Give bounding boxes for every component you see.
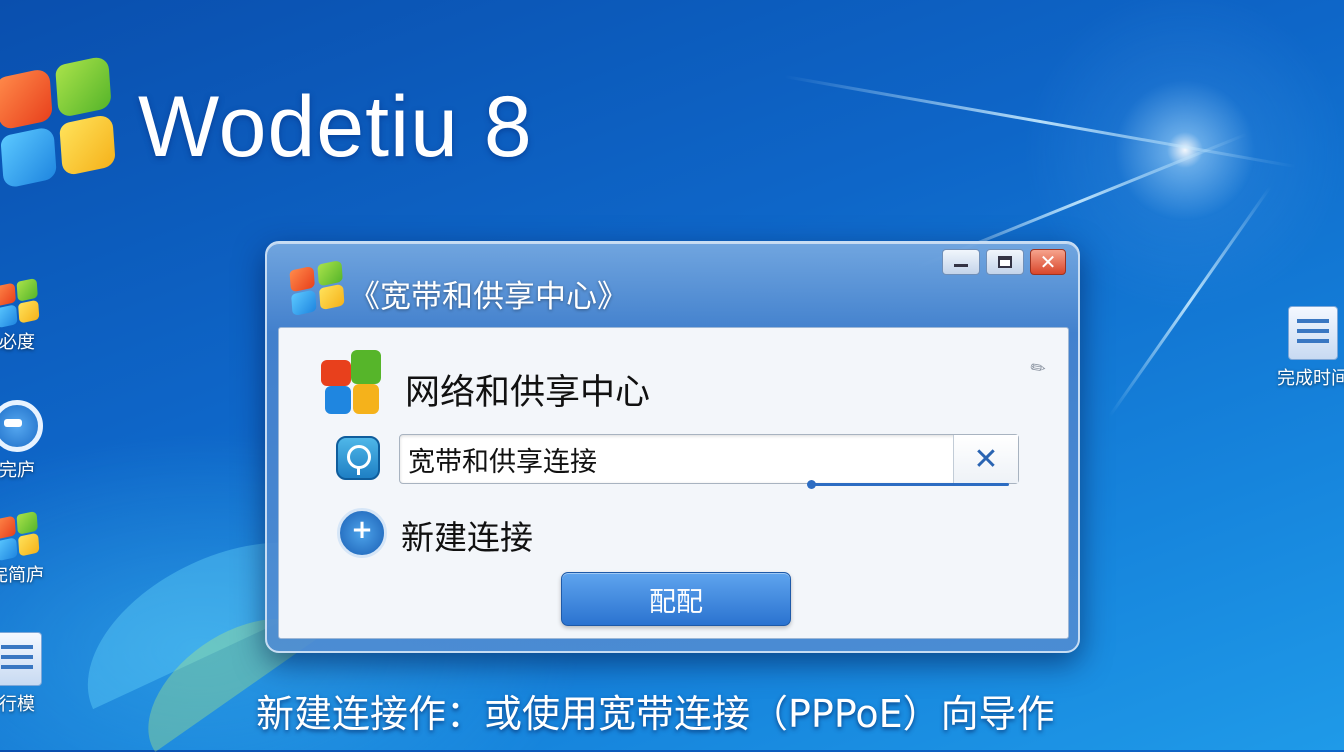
- refresh-icon: [0, 400, 43, 452]
- search-input[interactable]: [400, 435, 952, 483]
- desktop-icon[interactable]: 完简庐: [0, 510, 52, 587]
- desktop-icon-label: 行模: [0, 694, 35, 715]
- search-progress-indicator: [807, 480, 1009, 489]
- new-connection-link[interactable]: 新建连接: [401, 511, 533, 559]
- os-brand-title: Wodetiu 8: [138, 79, 533, 175]
- windows-logo-icon: [0, 54, 116, 190]
- desktop-icon-label: 完庐: [0, 460, 35, 481]
- window-titlebar[interactable]: 《宽带和供享中心》 ✕: [267, 243, 1078, 329]
- desktop-icon-label: 必度: [0, 332, 35, 353]
- desktop-icon[interactable]: 完成时间: [1268, 306, 1344, 390]
- caption-text: 新建连接作：或使用宽带连接（PPPoE）向导作: [256, 692, 1055, 736]
- add-connection-icon[interactable]: [337, 508, 387, 558]
- control-panel-icon: [0, 632, 42, 686]
- clear-icon: ✕: [973, 441, 999, 477]
- desktop-icon-label: 完成时间: [1277, 368, 1344, 389]
- window-controls: ✕: [942, 249, 1066, 275]
- windows-logo-icon: [289, 259, 345, 317]
- search-field[interactable]: ✕: [399, 434, 1019, 484]
- maximize-button[interactable]: [986, 249, 1024, 275]
- minimize-icon: [954, 263, 968, 267]
- document-icon: [1288, 306, 1338, 360]
- windows-logo-icon: [0, 510, 40, 562]
- desktop-icon[interactable]: 必度: [0, 277, 52, 354]
- windows-logo-icon: [0, 277, 40, 329]
- light-streak: [1108, 185, 1272, 418]
- network-sharing-window: 《宽带和供享中心》 ✕ ✎ 网络和供享中心 ✕ 新建连接 配配: [265, 241, 1080, 653]
- network-center-icon: [321, 350, 387, 416]
- close-button[interactable]: ✕: [1030, 249, 1066, 275]
- desktop-icon-label: 完简庐: [0, 565, 44, 586]
- minimize-button[interactable]: [942, 249, 980, 275]
- desktop-icon[interactable]: 完庐: [0, 400, 52, 482]
- close-icon: ✕: [1039, 250, 1057, 274]
- light-streak: [783, 74, 1297, 169]
- window-title: 《宽带和供享中心》: [349, 279, 628, 315]
- pin-icon[interactable]: ✎: [1026, 356, 1050, 382]
- confirm-button[interactable]: 配配: [561, 572, 791, 626]
- page-title: 网络和供享中心: [405, 373, 651, 413]
- desktop-icon[interactable]: 行模: [0, 632, 52, 716]
- maximize-icon: [998, 256, 1012, 268]
- search-icon: [336, 436, 380, 480]
- clear-button[interactable]: ✕: [953, 435, 1018, 483]
- window-content: ✎ 网络和供享中心 ✕ 新建连接 配配: [278, 327, 1069, 639]
